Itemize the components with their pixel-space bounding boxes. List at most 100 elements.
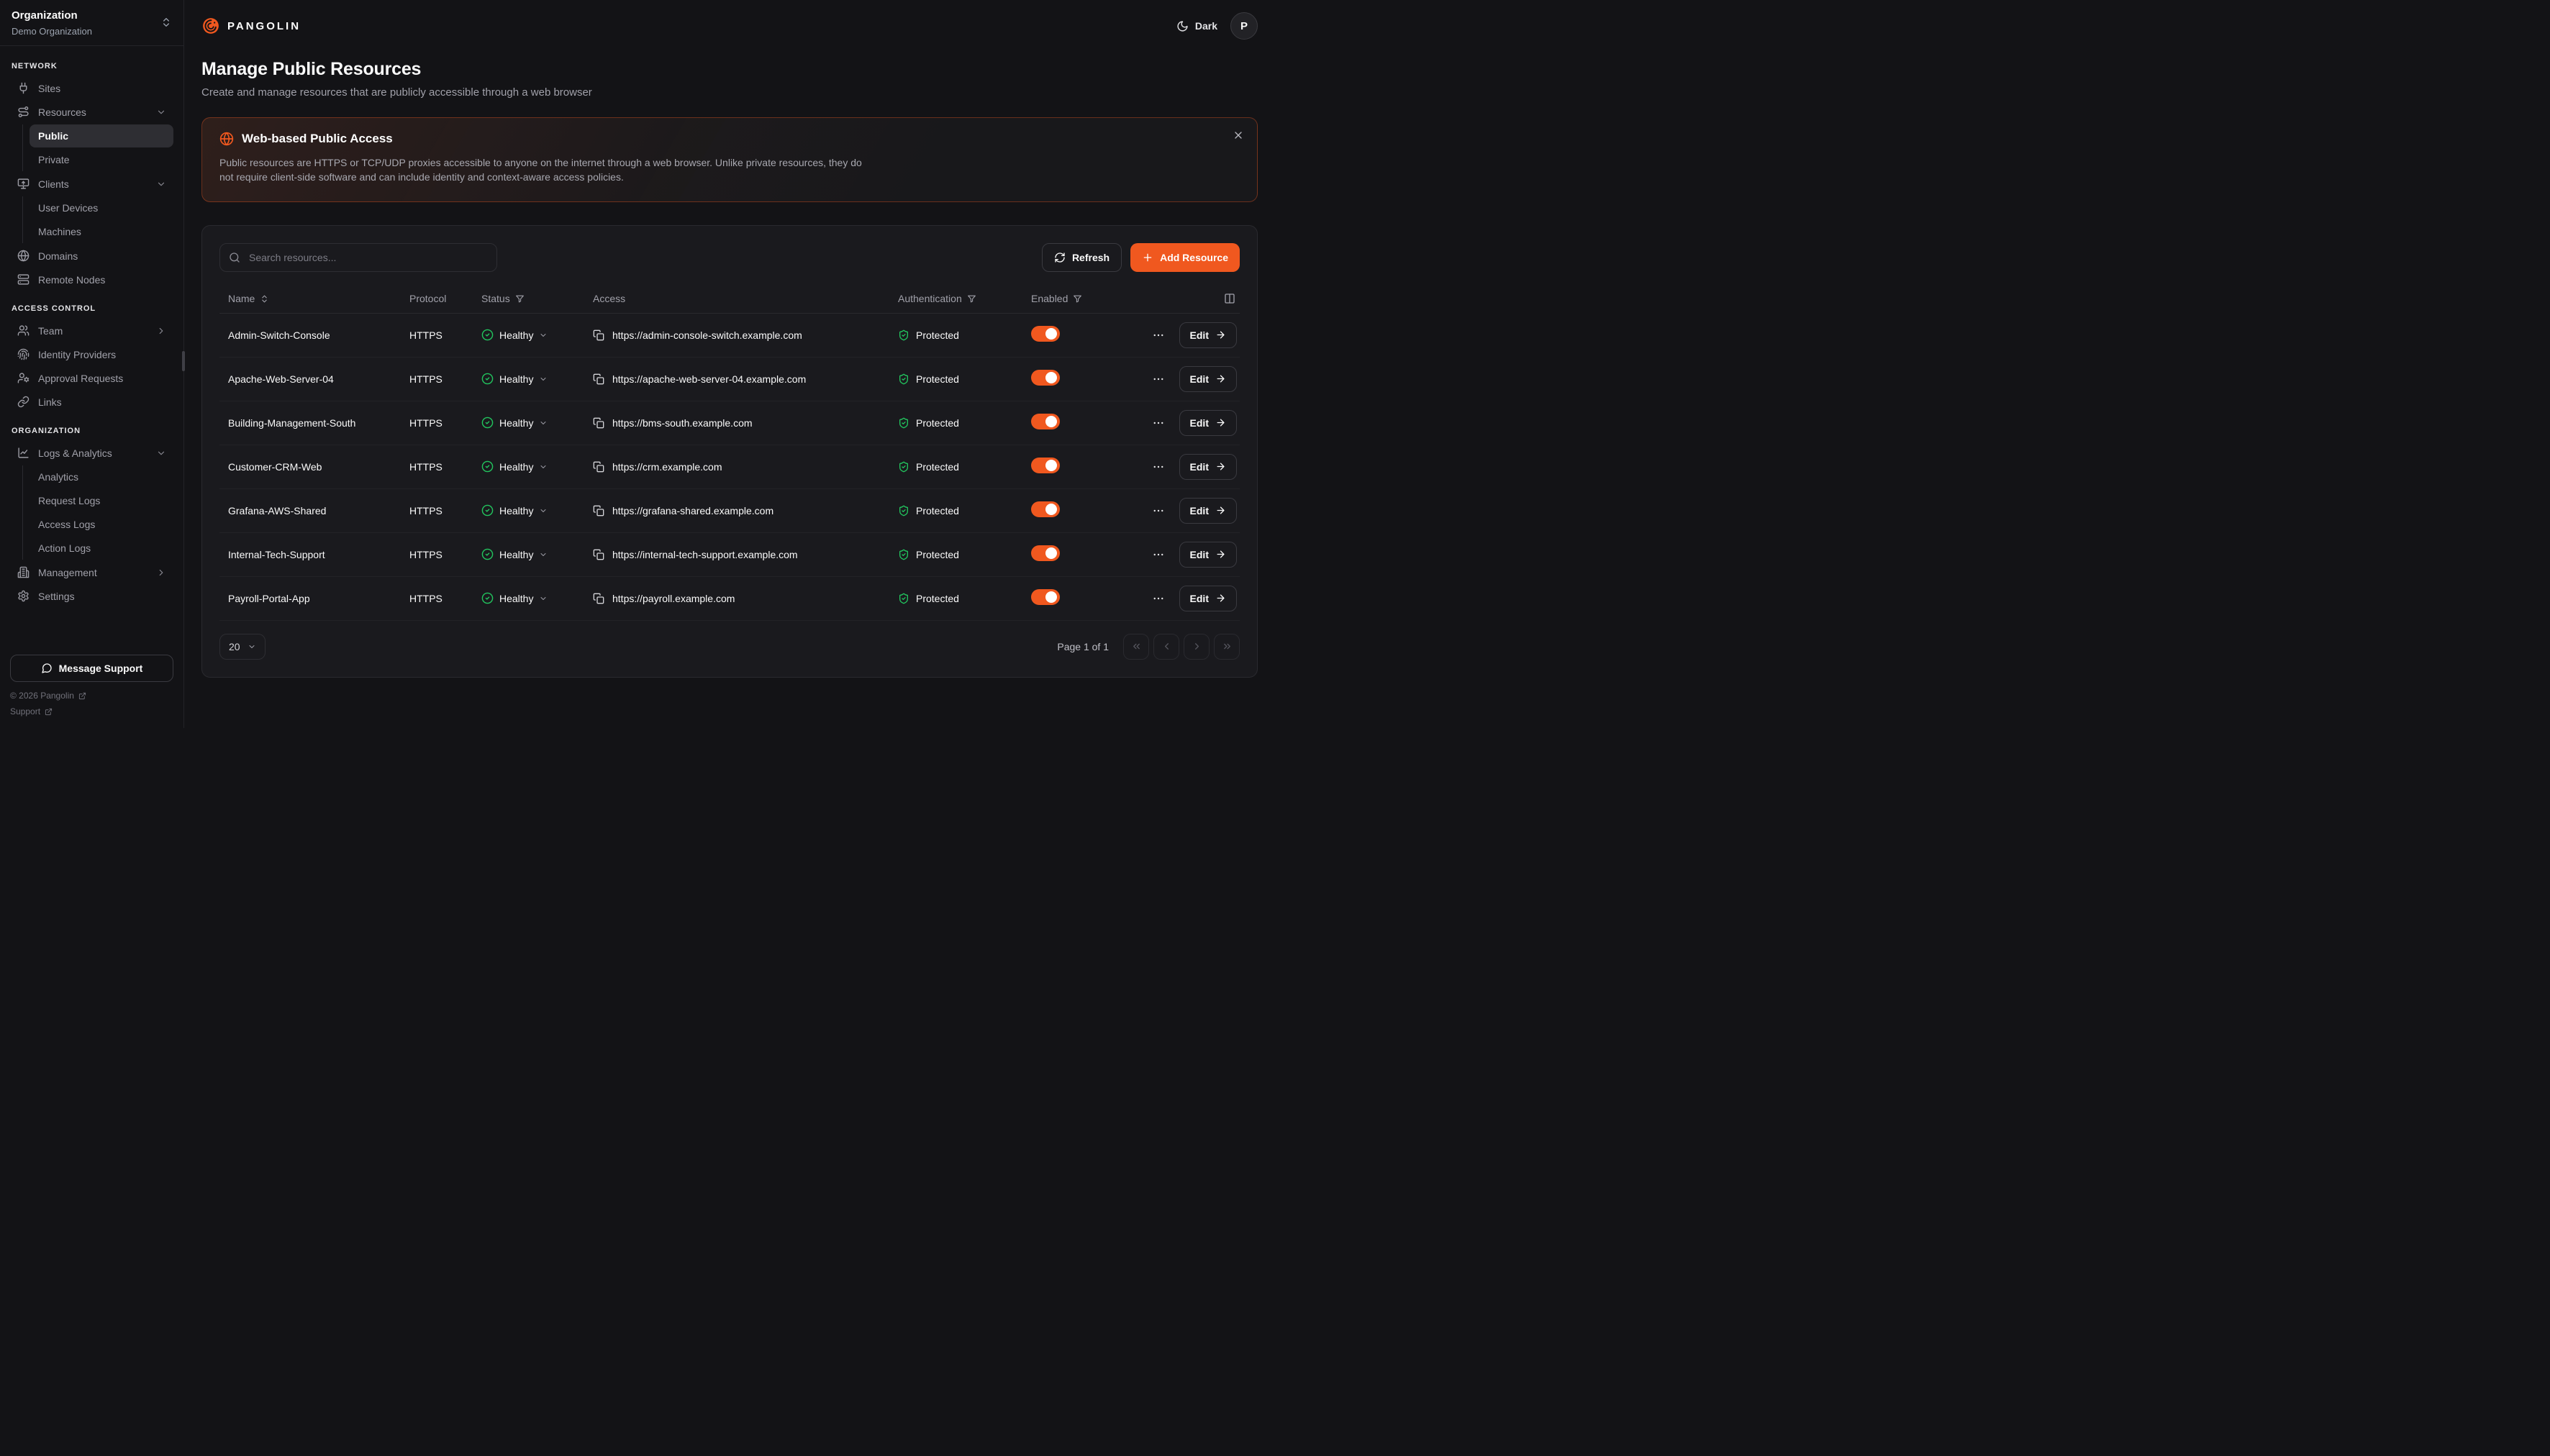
resource-status-dropdown[interactable]: Healthy	[481, 592, 593, 604]
edit-button[interactable]: Edit	[1179, 498, 1237, 524]
page-size-select[interactable]: 20	[219, 634, 266, 660]
sidebar-item-analytics[interactable]: Analytics	[30, 465, 173, 488]
next-page-button[interactable]	[1184, 634, 1210, 660]
sidebar-item-action-logs[interactable]: Action Logs	[30, 537, 173, 560]
resource-status-dropdown[interactable]: Healthy	[481, 548, 593, 560]
sidebar-resize-handle[interactable]	[182, 351, 185, 371]
theme-toggle[interactable]: Dark	[1176, 20, 1217, 32]
resource-url[interactable]: https://bms-south.example.com	[612, 417, 753, 429]
first-page-button[interactable]	[1123, 634, 1149, 660]
resource-url[interactable]: https://admin-console-switch.example.com	[612, 329, 802, 341]
sidebar-item-request-logs[interactable]: Request Logs	[30, 489, 173, 512]
resource-url[interactable]: https://grafana-shared.example.com	[612, 505, 773, 517]
screen-share-icon	[17, 178, 30, 190]
copy-url-button[interactable]	[593, 329, 604, 341]
sidebar-item-label: Identity Providers	[38, 349, 116, 360]
row-menu-button[interactable]	[1152, 548, 1165, 561]
sidebar-section-access-control: ACCESS CONTROL	[10, 304, 173, 313]
brand[interactable]: PANGOLIN	[201, 17, 301, 35]
user-avatar[interactable]: P	[1230, 12, 1258, 40]
sidebar-item-public[interactable]: Public	[30, 124, 173, 147]
column-header-name[interactable]: Name	[219, 293, 409, 304]
sidebar-item-settings[interactable]: Settings	[10, 584, 173, 608]
enabled-toggle[interactable]	[1031, 370, 1060, 386]
copyright-link[interactable]: © 2026 Pangolin	[10, 691, 173, 701]
enabled-toggle[interactable]	[1031, 458, 1060, 473]
row-menu-button[interactable]	[1152, 460, 1165, 473]
column-settings-button[interactable]	[1224, 293, 1235, 304]
copy-url-button[interactable]	[593, 505, 604, 517]
row-menu-button[interactable]	[1152, 417, 1165, 429]
resource-url[interactable]: https://internal-tech-support.example.co…	[612, 549, 798, 560]
edit-button[interactable]: Edit	[1179, 542, 1237, 568]
copy-url-button[interactable]	[593, 461, 604, 473]
last-page-button[interactable]	[1214, 634, 1240, 660]
ellipsis-icon	[1152, 460, 1165, 473]
main-content: PANGOLIN Dark P Manage Public Resources …	[184, 0, 1275, 728]
row-menu-button[interactable]	[1152, 504, 1165, 517]
copy-url-button[interactable]	[593, 417, 604, 429]
sidebar-item-remote-nodes[interactable]: Remote Nodes	[10, 268, 173, 291]
sidebar-item-private[interactable]: Private	[30, 148, 173, 171]
sidebar-footer: Message Support © 2026 Pangolin Support	[0, 645, 183, 728]
sidebar-item-team[interactable]: Team	[10, 319, 173, 342]
edit-button[interactable]: Edit	[1179, 366, 1237, 392]
previous-page-button[interactable]	[1153, 634, 1179, 660]
resource-status-dropdown[interactable]: Healthy	[481, 417, 593, 429]
enabled-toggle[interactable]	[1031, 326, 1060, 342]
sidebar-item-identity-providers[interactable]: Identity Providers	[10, 342, 173, 366]
add-resource-button[interactable]: Add Resource	[1130, 243, 1240, 272]
org-switcher[interactable]: Organization Demo Organization	[0, 0, 183, 46]
sidebar-item-logs-analytics[interactable]: Logs & Analytics	[10, 441, 173, 465]
resource-status-dropdown[interactable]: Healthy	[481, 373, 593, 385]
refresh-button[interactable]: Refresh	[1042, 243, 1122, 272]
edit-button[interactable]: Edit	[1179, 410, 1237, 436]
server-icon	[17, 273, 30, 286]
table-body: Admin-Switch-Console HTTPS Healthy https…	[219, 314, 1240, 621]
row-menu-button[interactable]	[1152, 373, 1165, 386]
sidebar-item-resources[interactable]: Resources	[10, 100, 173, 124]
resource-url[interactable]: https://payroll.example.com	[612, 593, 735, 604]
sidebar-item-management[interactable]: Management	[10, 560, 173, 584]
copy-url-button[interactable]	[593, 373, 604, 385]
sidebar-item-approval-requests[interactable]: Approval Requests	[10, 366, 173, 390]
enabled-toggle[interactable]	[1031, 545, 1060, 561]
edit-button[interactable]: Edit	[1179, 586, 1237, 611]
banner-close-button[interactable]	[1233, 129, 1244, 141]
sidebar-item-clients[interactable]: Clients	[10, 172, 173, 196]
row-menu-button[interactable]	[1152, 592, 1165, 605]
message-circle-icon	[41, 663, 53, 674]
table-row: Admin-Switch-Console HTTPS Healthy https…	[219, 314, 1240, 358]
column-header-status[interactable]: Status	[481, 293, 593, 304]
sidebar-item-domains[interactable]: Domains	[10, 244, 173, 268]
resource-status-dropdown[interactable]: Healthy	[481, 504, 593, 517]
search-input[interactable]	[219, 243, 497, 272]
support-link[interactable]: Support	[10, 706, 173, 716]
sidebar-item-machines[interactable]: Machines	[30, 220, 173, 243]
row-menu-button[interactable]	[1152, 329, 1165, 342]
columns-icon	[1224, 293, 1235, 304]
resource-authentication: Protected	[898, 373, 1031, 385]
column-header-access: Access	[593, 293, 898, 304]
enabled-toggle[interactable]	[1031, 414, 1060, 429]
column-header-protocol: Protocol	[409, 293, 481, 304]
enabled-toggle[interactable]	[1031, 501, 1060, 517]
sidebar-item-links[interactable]: Links	[10, 390, 173, 414]
sidebar-item-sites[interactable]: Sites	[10, 76, 173, 100]
column-header-enabled[interactable]: Enabled	[1031, 293, 1132, 304]
message-support-button[interactable]: Message Support	[10, 655, 173, 682]
copy-url-button[interactable]	[593, 593, 604, 604]
column-header-authentication[interactable]: Authentication	[898, 293, 1031, 304]
edit-button[interactable]: Edit	[1179, 322, 1237, 348]
enabled-toggle[interactable]	[1031, 589, 1060, 605]
resource-url[interactable]: https://apache-web-server-04.example.com	[612, 373, 806, 385]
copy-icon	[593, 549, 604, 560]
copy-url-button[interactable]	[593, 549, 604, 560]
ellipsis-icon	[1152, 373, 1165, 386]
resource-status-dropdown[interactable]: Healthy	[481, 329, 593, 341]
edit-button[interactable]: Edit	[1179, 454, 1237, 480]
resource-status-dropdown[interactable]: Healthy	[481, 460, 593, 473]
sidebar-item-access-logs[interactable]: Access Logs	[30, 513, 173, 536]
sidebar-item-user-devices[interactable]: User Devices	[30, 196, 173, 219]
resource-url[interactable]: https://crm.example.com	[612, 461, 722, 473]
